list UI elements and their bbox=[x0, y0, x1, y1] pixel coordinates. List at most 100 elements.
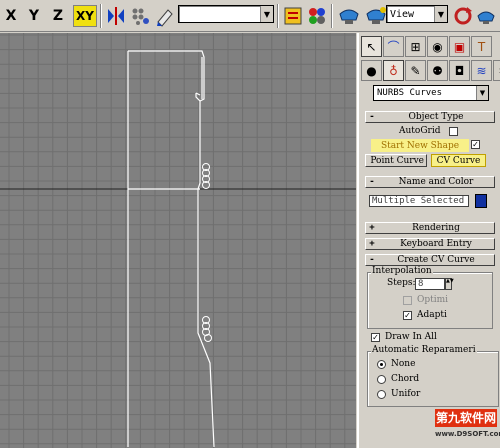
reparam-none-radio[interactable] bbox=[377, 360, 386, 369]
create-category-tabs: ● ♁ ✎ ⚉ ◘ ≋ ✲ bbox=[361, 60, 500, 82]
lights-icon[interactable]: ✎ bbox=[405, 60, 426, 81]
rollout-title: Object Type bbox=[408, 112, 464, 122]
rollout-keyboard-entry[interactable]: + Keyboard Entry bbox=[365, 238, 495, 250]
point-curve-label: Point Curve bbox=[370, 155, 424, 166]
shape-category-value: NURBS Curves bbox=[377, 88, 443, 98]
start-new-shape-checkbox[interactable]: ✓ bbox=[471, 140, 480, 149]
toolbar-separator bbox=[100, 4, 102, 28]
track-view-icon[interactable] bbox=[282, 4, 304, 28]
optimize-checkbox[interactable] bbox=[403, 296, 412, 305]
rollout-name-color[interactable]: - Name and Color bbox=[365, 176, 495, 188]
chevron-down-icon[interactable]: ▼ bbox=[434, 6, 447, 22]
point-curve-button[interactable]: Point Curve bbox=[365, 154, 427, 167]
command-panel: ↖ ⌒ ⊞ ◉ ▣ T ● ♁ ✎ ⚉ ◘ ≋ ✲ NURBS Curves ▼… bbox=[357, 33, 500, 448]
tab-motion[interactable]: ◉ bbox=[427, 36, 448, 57]
hammer-icon: T bbox=[477, 39, 486, 54]
chevron-down-icon[interactable]: ▼ bbox=[260, 6, 273, 22]
rollout-toggle: + bbox=[369, 239, 375, 249]
autogrid-label: AutoGrid bbox=[399, 126, 441, 136]
rollout-title: Name and Color bbox=[398, 177, 474, 187]
rollout-object-type[interactable]: - Object Type bbox=[365, 111, 495, 123]
restrict-x-label: X bbox=[5, 8, 17, 24]
render-scene-icon[interactable] bbox=[336, 4, 362, 28]
rollout-toggle: - bbox=[369, 255, 375, 265]
draw-in-all-viewports-checkbox[interactable]: ✓ bbox=[371, 333, 380, 342]
cameras-icon[interactable]: ⚉ bbox=[427, 60, 448, 81]
adaptive-checkbox[interactable]: ✓ bbox=[403, 311, 412, 320]
curve-segment-left[interactable] bbox=[127, 51, 200, 447]
restrict-xy-button[interactable]: XY bbox=[73, 5, 97, 27]
geometry-icon[interactable]: ● bbox=[361, 60, 382, 81]
reparam-uniform-label: Unifor bbox=[391, 389, 421, 399]
align-icon[interactable] bbox=[153, 4, 175, 28]
active-shade-icon[interactable] bbox=[475, 4, 497, 28]
steps-label: Steps: bbox=[387, 278, 416, 288]
hierarchy-icon: ⊞ bbox=[410, 39, 421, 54]
steps-spinner[interactable]: 8 bbox=[415, 278, 445, 290]
array-icon[interactable] bbox=[129, 4, 151, 28]
cv-curve-button[interactable]: CV Curve bbox=[431, 154, 486, 167]
rollout-title: Create CV Curve bbox=[397, 255, 475, 265]
rollout-toggle: - bbox=[369, 112, 375, 122]
reparam-chord-label: Chord bbox=[391, 374, 420, 384]
tab-utilities[interactable]: T bbox=[471, 36, 492, 57]
start-new-shape-label: Start New Shape bbox=[380, 140, 460, 151]
object-color-swatch[interactable] bbox=[475, 194, 487, 208]
main-toolbar: X Y Z XY ▼ View ▼ bbox=[0, 0, 500, 32]
toolbar-separator bbox=[277, 4, 279, 28]
motion-icon: ◉ bbox=[432, 39, 443, 54]
chevron-down-icon[interactable]: ▼ bbox=[476, 86, 488, 100]
render-type-combo[interactable]: View ▼ bbox=[386, 5, 448, 23]
display-icon: ▣ bbox=[453, 39, 466, 54]
rollout-create-cv-curve[interactable]: - Create CV Curve bbox=[365, 254, 495, 266]
auto-reparam-group bbox=[367, 351, 499, 407]
helpers-icon[interactable]: ◘ bbox=[449, 60, 470, 81]
steps-spinner-arrows[interactable]: ▲▼ bbox=[445, 278, 454, 290]
space-warps-icon[interactable]: ≋ bbox=[471, 60, 492, 81]
shapes-icon[interactable]: ♁ bbox=[383, 60, 404, 81]
rollout-rendering[interactable]: + Rendering bbox=[365, 222, 495, 234]
watermark-title: 第九软件网 bbox=[435, 409, 497, 427]
reparam-uniform-radio[interactable] bbox=[377, 390, 386, 399]
rollout-toggle: - bbox=[369, 177, 375, 187]
cv-points[interactable] bbox=[202, 163, 212, 342]
start-new-shape-toggle[interactable]: Start New Shape bbox=[371, 139, 469, 152]
viewport-canvas[interactable] bbox=[0, 33, 356, 448]
restrict-z-label: Z bbox=[52, 8, 64, 24]
cv-point[interactable] bbox=[204, 334, 212, 342]
reparam-chord-radio[interactable] bbox=[377, 375, 386, 384]
restrict-y-button[interactable]: Y bbox=[24, 5, 44, 27]
render-last-icon[interactable] bbox=[452, 4, 474, 28]
toolbar-separator bbox=[331, 4, 333, 28]
render-type-value: View bbox=[390, 8, 415, 20]
curve-segment-right[interactable] bbox=[197, 101, 215, 448]
rollout-title: Rendering bbox=[412, 223, 460, 233]
autogrid-checkbox[interactable] bbox=[449, 127, 458, 136]
tab-display[interactable]: ▣ bbox=[449, 36, 470, 57]
reparam-none-label: None bbox=[391, 359, 416, 369]
systems-icon[interactable]: ✲ bbox=[493, 60, 500, 81]
draw-in-all-label: Draw In All bbox=[385, 332, 437, 342]
mirror-icon[interactable] bbox=[105, 4, 127, 28]
object-name-field[interactable]: Multiple Selected bbox=[369, 195, 469, 207]
restrict-z-button[interactable]: Z bbox=[48, 5, 68, 27]
named-selection-combo[interactable]: ▼ bbox=[178, 5, 274, 23]
tab-hierarchy[interactable]: ⊞ bbox=[405, 36, 426, 57]
restrict-y-label: Y bbox=[28, 8, 40, 24]
adaptive-label: Adapti bbox=[417, 310, 447, 320]
cv-curve-label: CV Curve bbox=[436, 155, 481, 166]
create-arrow-icon: ↖ bbox=[366, 39, 377, 54]
watermark-url: www.D9SOFT.com bbox=[435, 430, 500, 438]
optimize-label: Optimi bbox=[417, 295, 449, 305]
interpolation-legend: Interpolation bbox=[371, 266, 433, 276]
tab-create[interactable]: ↖ bbox=[361, 36, 382, 57]
top-viewport[interactable] bbox=[0, 33, 356, 448]
modify-bend-icon: ⌒ bbox=[387, 40, 400, 54]
shape-category-dropdown[interactable]: NURBS Curves ▼ bbox=[373, 85, 489, 101]
tab-modify[interactable]: ⌒ bbox=[383, 36, 404, 57]
restrict-x-button[interactable]: X bbox=[1, 5, 21, 27]
viewport-grid bbox=[0, 33, 356, 448]
auto-reparam-legend: Automatic Reparameri bbox=[371, 345, 477, 355]
rollout-title: Keyboard Entry bbox=[400, 239, 472, 249]
material-editor-icon[interactable] bbox=[306, 4, 328, 28]
